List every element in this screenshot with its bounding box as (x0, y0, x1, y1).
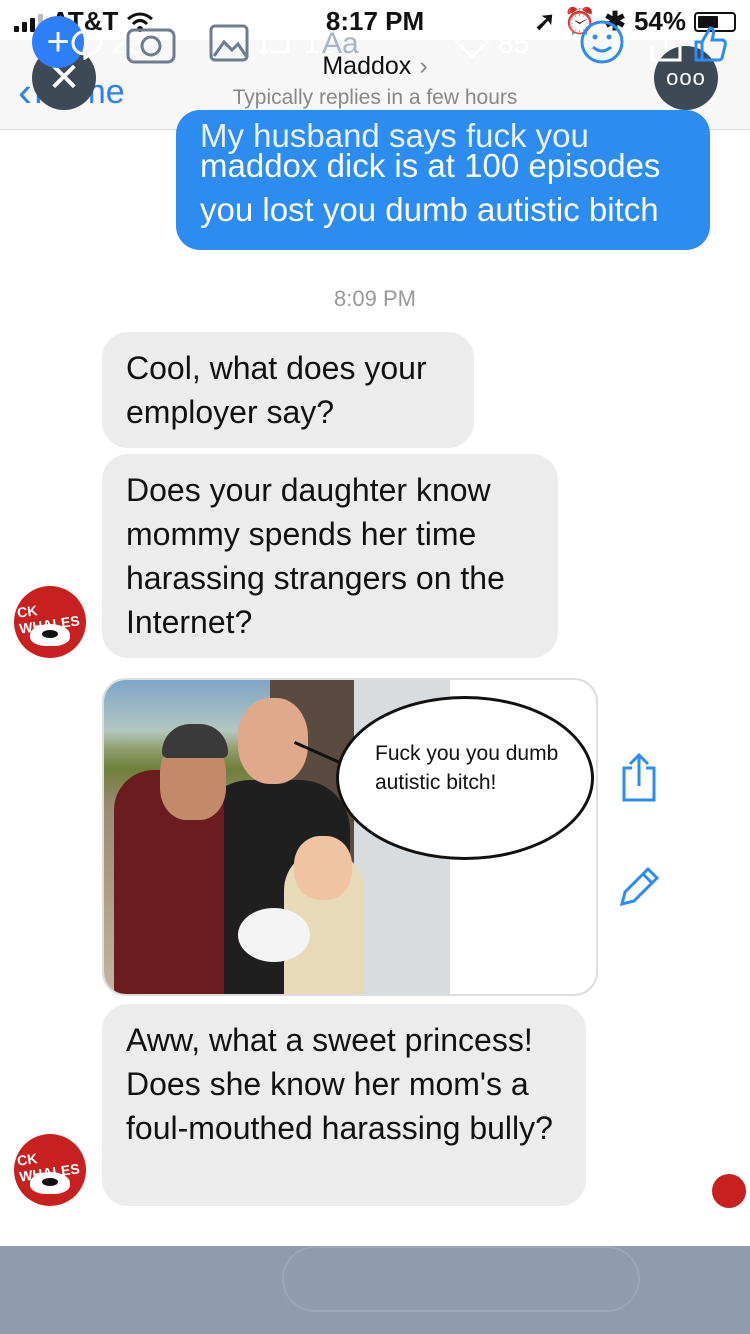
image-message[interactable]: Fuck you you dumb autistic bitch! (102, 678, 598, 996)
share-icon (650, 25, 682, 62)
input-placeholder: Aa (322, 27, 359, 60)
sent-message-clipped-line: My husband says fuck you (200, 117, 589, 154)
received-message-2-text: Does your daughter know mommy spends her… (126, 472, 505, 640)
location-icon: ➚ (533, 6, 556, 36)
thumbs-up-icon (694, 26, 727, 62)
share-tweet-button[interactable] (648, 0, 736, 88)
smiley-icon[interactable] (578, 16, 626, 68)
received-message-1[interactable]: Cool, what does your employer say? (102, 332, 474, 448)
read-receipt-avatar (712, 1174, 746, 1208)
speech-bubble-text: Fuck you you dumb autistic bitch! (375, 742, 559, 794)
like-count: 85 (498, 28, 530, 59)
retweet-icon (258, 31, 294, 57)
received-message-3[interactable]: Aww, what a sweet princess! Does she kno… (102, 1004, 586, 1206)
edit-icon[interactable] (616, 864, 662, 910)
whale-icon (30, 1172, 70, 1194)
like-button[interactable]: 85 (454, 0, 529, 88)
speech-bubble: Fuck you you dumb autistic bitch! (336, 696, 594, 860)
share-icon[interactable] (618, 752, 660, 804)
whale-icon (30, 624, 70, 646)
heart-icon (454, 29, 490, 60)
sent-message[interactable]: My husband says fuck you maddox dick is … (176, 110, 710, 250)
received-message-2[interactable]: Does your daughter know mommy spends her… (102, 454, 558, 658)
chevron-right-icon: › (419, 52, 428, 80)
plus-icon: + (46, 19, 70, 64)
received-message-1-text: Cool, what does your employer say? (126, 350, 427, 430)
message-input[interactable] (282, 1246, 640, 1312)
gallery-icon[interactable] (208, 16, 250, 68)
contact-subtitle: Typically replies in a few hours (232, 86, 518, 109)
avatar[interactable]: CK WHALES (14, 586, 86, 658)
avatar[interactable]: CK WHALES (14, 1134, 86, 1206)
received-message-3-text: Aww, what a sweet princess! Does she kno… (126, 1022, 553, 1146)
camera-icon[interactable] (124, 16, 178, 68)
reply-icon (71, 29, 103, 60)
message-timestamp: 8:09 PM (334, 286, 416, 311)
